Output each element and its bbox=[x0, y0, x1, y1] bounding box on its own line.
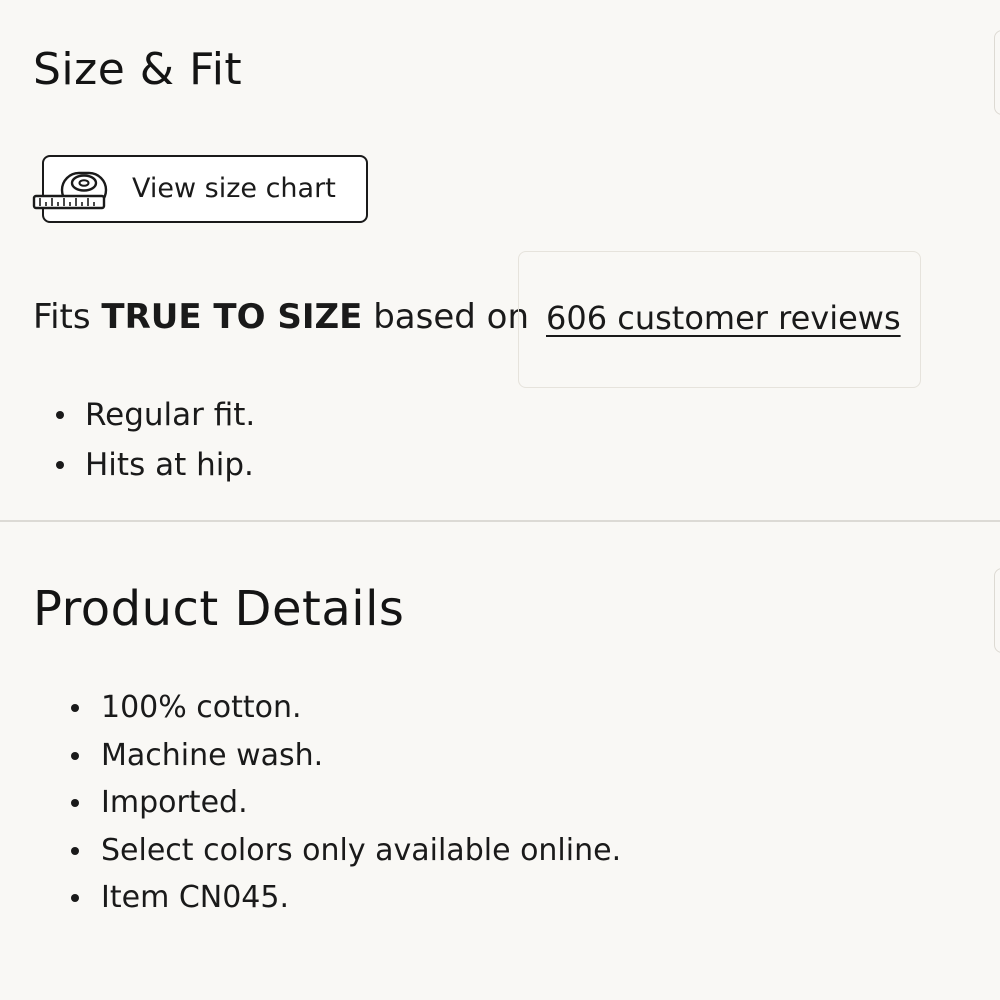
list-item: Select colors only available online. bbox=[70, 827, 621, 875]
customer-reviews-link[interactable]: 606 customer reviews bbox=[546, 296, 901, 340]
list-item: Machine wash. bbox=[70, 732, 621, 780]
fit-summary-suffix: based on bbox=[373, 297, 529, 337]
list-item: Hits at hip. bbox=[55, 440, 255, 490]
fit-notes-list: Regular fit. Hits at hip. bbox=[55, 390, 255, 490]
section-divider bbox=[0, 520, 1000, 522]
reviews-link-box: 606 customer reviews bbox=[518, 251, 921, 388]
list-item: 100% cotton. bbox=[70, 684, 621, 732]
measuring-tape-icon bbox=[32, 171, 108, 210]
view-size-chart-label: View size chart bbox=[132, 173, 336, 204]
fit-summary-prefix: Fits bbox=[33, 297, 91, 337]
offscreen-panel-edge bbox=[994, 568, 1000, 653]
offscreen-panel-edge bbox=[994, 30, 1000, 115]
list-item: Regular fit. bbox=[55, 390, 255, 440]
size-fit-title: Size & Fit bbox=[33, 44, 243, 95]
product-details-title: Product Details bbox=[33, 581, 405, 637]
list-item: Item CN045. bbox=[70, 874, 621, 922]
product-details-list: 100% cotton. Machine wash. Imported. Sel… bbox=[70, 684, 621, 922]
fit-summary-rating: TRUE TO SIZE bbox=[101, 297, 363, 337]
product-info-page: Size & Fit View size chart Fits TRUE TO … bbox=[0, 0, 1000, 1000]
list-item: Imported. bbox=[70, 779, 621, 827]
view-size-chart-button[interactable]: View size chart bbox=[32, 155, 368, 223]
fit-summary: Fits TRUE TO SIZE based on bbox=[33, 294, 529, 340]
